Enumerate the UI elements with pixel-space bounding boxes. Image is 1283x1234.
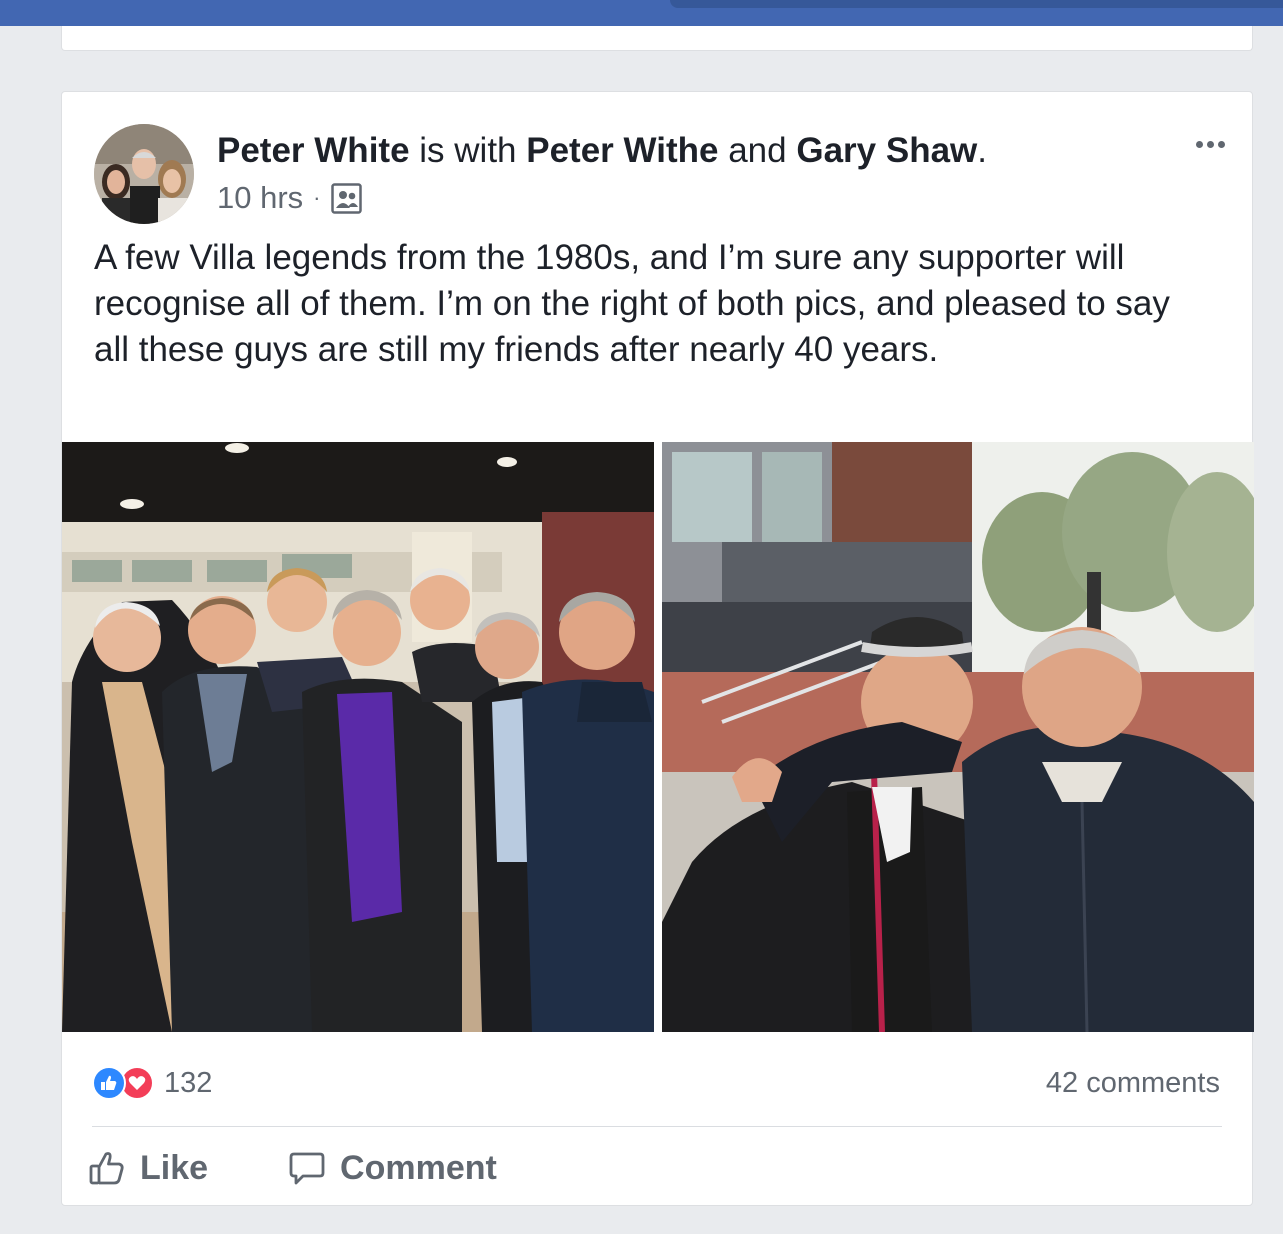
post-actions: Like Comment <box>88 1144 497 1192</box>
post-timestamp[interactable]: 10 hrs <box>217 180 303 216</box>
more-dot-icon <box>1195 140 1203 148</box>
post-photo-2[interactable] <box>662 442 1254 1032</box>
comment-button[interactable]: Comment <box>288 1149 497 1188</box>
meta-separator: · <box>313 185 321 210</box>
like-label: Like <box>140 1148 209 1187</box>
header-period: . <box>977 131 987 170</box>
more-dot-icon <box>1217 140 1225 148</box>
comment-label: Comment <box>340 1148 497 1187</box>
post-photo-1[interactable] <box>62 442 654 1032</box>
tagged-person-1[interactable]: Peter Withe <box>526 131 718 170</box>
author-name[interactable]: Peter White <box>217 131 410 170</box>
comments-count-link[interactable]: 42 comments <box>1046 1062 1220 1104</box>
friends-group-icon[interactable] <box>330 182 362 214</box>
author-avatar[interactable] <box>94 124 194 224</box>
comment-bubble-icon <box>289 1152 325 1185</box>
with-text: is with <box>409 131 527 170</box>
post-meta: 10 hrs · <box>217 178 362 218</box>
reaction-count: 132 <box>164 1066 213 1099</box>
post-header: Peter White is with Peter Withe and Gary… <box>217 130 987 172</box>
actions-divider <box>92 1126 1222 1127</box>
post-text: A few Villa legends from the 1980s, and … <box>94 238 1170 369</box>
thumbs-up-icon <box>89 1152 124 1185</box>
tagged-person-2[interactable]: Gary Shaw <box>796 131 977 170</box>
reactions-summary[interactable]: 132 <box>92 1062 212 1104</box>
top-navigation-bar <box>0 0 1283 26</box>
post-card: Peter White is with Peter Withe and Gary… <box>61 91 1254 1206</box>
like-icon <box>92 1066 126 1100</box>
more-dot-icon <box>1206 140 1214 148</box>
previous-post-card <box>61 26 1253 51</box>
topbar-accent <box>670 0 1283 8</box>
and-text: and <box>718 131 797 170</box>
like-button[interactable]: Like <box>88 1149 208 1188</box>
more-options-button[interactable] <box>1190 132 1230 156</box>
